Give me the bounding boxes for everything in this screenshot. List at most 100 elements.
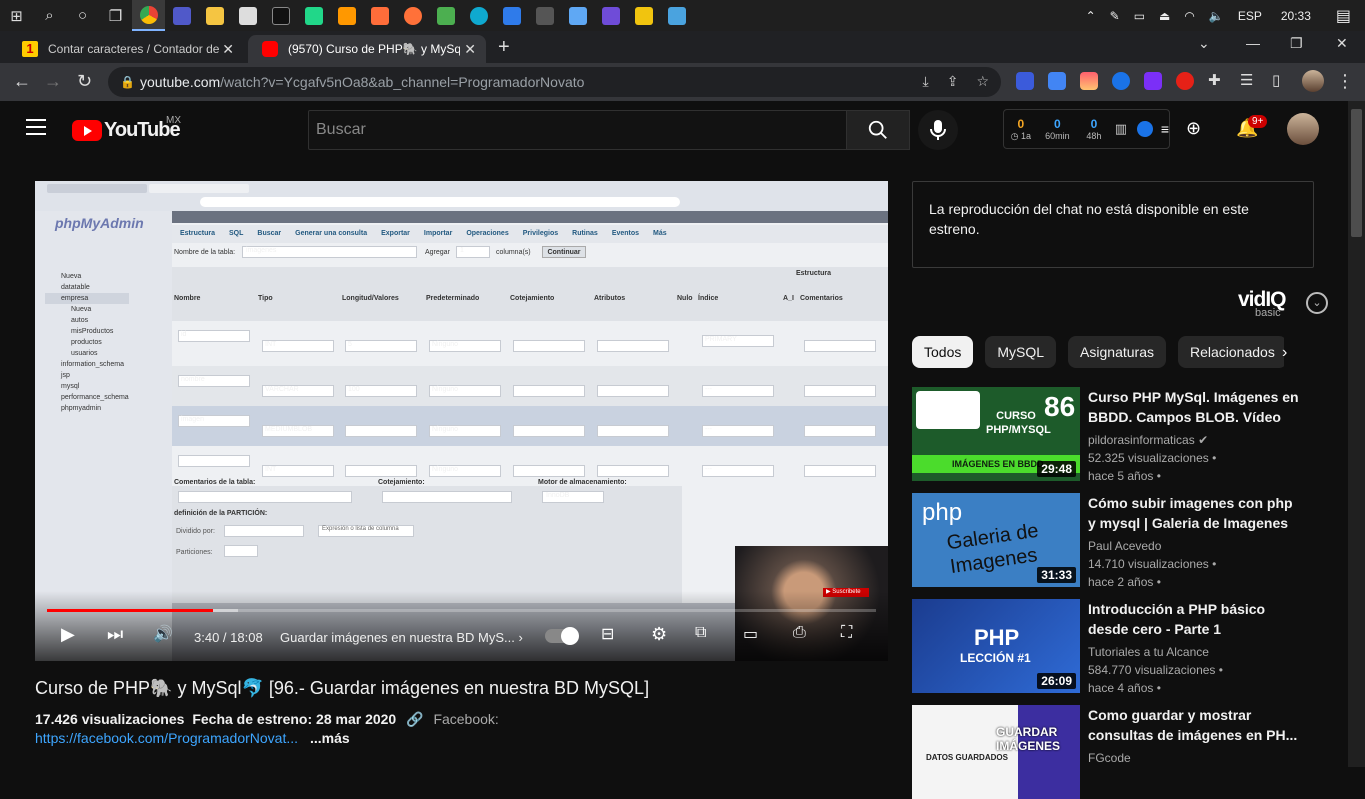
page-scrollbar[interactable]: [1348, 101, 1365, 767]
vidiq-expand-icon[interactable]: ⌄: [1306, 292, 1328, 314]
maximize-button[interactable]: ❐: [1290, 35, 1303, 52]
video-thumbnail[interactable]: php Galeria de Imagenes 31:33: [912, 493, 1080, 587]
video-player[interactable]: phpMyAdmin Nueva datatable empresa Nueva…: [35, 181, 888, 661]
miniplayer-icon[interactable]: ⧉: [695, 624, 706, 642]
recommendation-item[interactable]: php Galeria de Imagenes 31:33 Cómo subir…: [912, 493, 1342, 589]
recommendation-item[interactable]: CURSO PHP/MYSQL 86 IMÁGENES EN BBDD 29:4…: [912, 387, 1342, 483]
bookmark-star-icon[interactable]: ☆: [976, 73, 989, 90]
firefox-icon[interactable]: [396, 0, 429, 31]
subtitles-icon[interactable]: ⊟: [601, 624, 614, 644]
chevron-right-icon[interactable]: ›: [1282, 344, 1287, 362]
channel-name[interactable]: FGcode: [1088, 751, 1131, 765]
teams-app-icon[interactable]: [165, 0, 198, 31]
chrome-app-icon[interactable]: [132, 0, 165, 31]
play-button[interactable]: ▶: [61, 624, 75, 645]
app-icon[interactable]: [231, 0, 264, 31]
share-icon[interactable]: ⇪: [947, 73, 959, 90]
clock[interactable]: 20:33: [1269, 9, 1329, 23]
show-more-button[interactable]: ...más: [310, 730, 350, 746]
chrome-menu-icon[interactable]: ⋮: [1336, 71, 1354, 92]
back-icon[interactable]: ←: [13, 71, 31, 92]
volume-icon[interactable]: 🔊: [153, 624, 173, 644]
tab-contar-caracteres[interactable]: 1 Contar caracteres / Contador de ✕: [8, 35, 244, 63]
autoplay-toggle[interactable]: [545, 627, 579, 645]
extension-icon[interactable]: [1176, 72, 1194, 90]
scrollbar-thumb[interactable]: [1351, 109, 1362, 237]
youtube-logo[interactable]: YouTube MX: [72, 115, 181, 142]
todo-icon[interactable]: [495, 0, 528, 31]
app-icon[interactable]: [363, 0, 396, 31]
side-panel-icon[interactable]: ▯: [1272, 71, 1280, 89]
next-button[interactable]: ⏭: [107, 624, 123, 645]
tab-youtube[interactable]: (9570) Curso de PHP🐘 y MySql🐬 ✕: [248, 35, 486, 63]
pen-icon[interactable]: ✎: [1103, 9, 1127, 23]
profile-avatar[interactable]: [1302, 70, 1324, 92]
video-title[interactable]: Cómo subir imagenes con php y mysql | Ga…: [1088, 493, 1300, 533]
video-thumbnail[interactable]: CURSO PHP/MYSQL 86 IMÁGENES EN BBDD 29:4…: [912, 387, 1080, 481]
video-title[interactable]: Curso PHP MySql. Imágenes en BBDD. Campo…: [1088, 387, 1300, 427]
omnibox-url[interactable]: youtube.com/watch?v=Ycgafv5nOa8&ab_chann…: [140, 74, 584, 90]
account-avatar[interactable]: [1287, 113, 1319, 145]
bar-chart-icon[interactable]: ▥: [1115, 121, 1127, 137]
video-title[interactable]: Introducción a PHP básico desde cero - P…: [1088, 599, 1300, 639]
extension-icon[interactable]: [1080, 72, 1098, 90]
reload-icon[interactable]: ↻: [77, 71, 92, 92]
lock-icon[interactable]: 🔒: [120, 75, 140, 89]
translate-extension-icon[interactable]: [1048, 72, 1066, 90]
vidiq-icon[interactable]: [1137, 121, 1153, 137]
language-indicator[interactable]: ESP: [1231, 9, 1269, 23]
close-window-button[interactable]: ✕: [1336, 35, 1348, 52]
chip-asignaturas[interactable]: Asignaturas: [1068, 336, 1166, 368]
chip-mysql[interactable]: MySQL: [985, 336, 1057, 368]
theater-mode-icon[interactable]: ▭: [743, 624, 758, 644]
recommendation-item[interactable]: PHP LECCIÓN #1 26:09 Introducción a PHP …: [912, 599, 1342, 695]
vidiq-extension-icon[interactable]: [1112, 72, 1130, 90]
fullscreen-icon[interactable]: ⛶: [841, 624, 852, 642]
usb-icon[interactable]: ⏏: [1152, 9, 1177, 23]
settings-gear-icon[interactable]: ⚙: [651, 624, 667, 645]
battery-icon[interactable]: ▭: [1127, 9, 1152, 23]
facebook-link[interactable]: https://facebook.com/ProgramadorNovat...: [35, 730, 298, 746]
install-icon[interactable]: ⤓: [923, 73, 929, 90]
extension-icon[interactable]: [1016, 72, 1034, 90]
chevron-up-icon[interactable]: ⌃: [1079, 9, 1103, 23]
tab-search-icon[interactable]: ⌄: [1198, 35, 1210, 52]
edge-icon[interactable]: [462, 0, 495, 31]
channel-name[interactable]: Paul Acevedo: [1088, 539, 1161, 553]
search-button[interactable]: [846, 110, 910, 150]
sublime-icon[interactable]: [330, 0, 363, 31]
vidiq-stats-widget[interactable]: 0 ◷ 1a 0 60min 0 48h ▥ ≡: [1003, 109, 1170, 149]
video-title[interactable]: Como guardar y mostrar consultas de imág…: [1088, 705, 1300, 745]
calculator-icon[interactable]: [528, 0, 561, 31]
video-thumbnail[interactable]: GUARDAR IMÁGENES DATOS GUARDADOS: [912, 705, 1080, 799]
intellij-icon[interactable]: [264, 0, 297, 31]
paint-icon[interactable]: [660, 0, 693, 31]
task-view-icon[interactable]: ❐: [99, 0, 132, 31]
close-tab-icon[interactable]: ✕: [222, 41, 234, 58]
progress-bar[interactable]: [47, 609, 876, 612]
app-icon[interactable]: [627, 0, 660, 31]
app-icon[interactable]: [561, 0, 594, 31]
pycharm-icon[interactable]: [297, 0, 330, 31]
minimize-button[interactable]: —: [1246, 35, 1260, 51]
notifications-icon[interactable]: ▤: [1329, 6, 1365, 26]
channel-name[interactable]: pildorasinformaticas ✔: [1088, 433, 1208, 447]
recommendation-item[interactable]: GUARDAR IMÁGENES DATOS GUARDADOS Como gu…: [912, 705, 1342, 799]
vidiq-menu-icon[interactable]: ≡: [1161, 121, 1169, 137]
menu-icon[interactable]: [26, 119, 46, 140]
cortana-icon[interactable]: ○: [66, 0, 99, 31]
chapter-title[interactable]: Guardar imágenes en nuestra BD MyS... ›: [280, 630, 523, 645]
chip-todos[interactable]: Todos: [912, 336, 974, 368]
cast-icon[interactable]: ⎙: [793, 624, 806, 642]
voice-search-button[interactable]: [918, 110, 958, 150]
new-tab-button[interactable]: +: [498, 36, 510, 59]
chip-relacionados[interactable]: Relacionados: [1177, 336, 1284, 368]
video-thumbnail[interactable]: PHP LECCIÓN #1 26:09: [912, 599, 1080, 693]
close-tab-icon[interactable]: ✕: [464, 41, 476, 58]
app-icon[interactable]: [429, 0, 462, 31]
create-video-icon[interactable]: ⊕: [1186, 118, 1201, 139]
channel-name[interactable]: Tutoriales a tu Alcance: [1088, 645, 1209, 659]
app-icon[interactable]: [594, 0, 627, 31]
search-input[interactable]: Buscar: [308, 110, 847, 150]
extensions-puzzle-icon[interactable]: ✚: [1208, 71, 1221, 89]
